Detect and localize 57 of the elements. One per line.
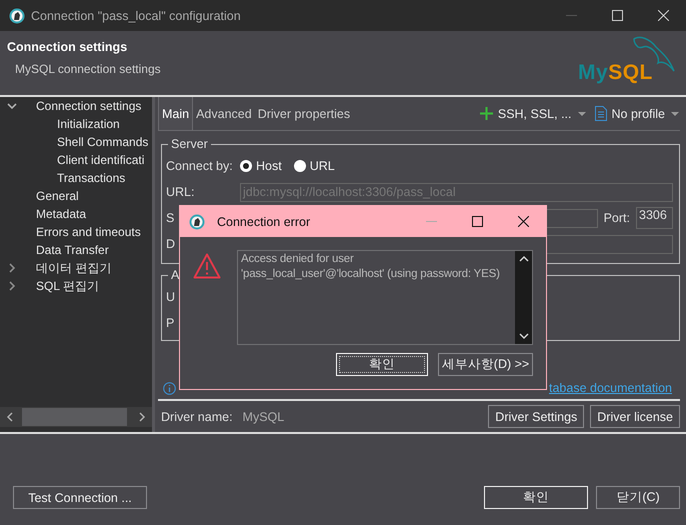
radio-icon[interactable] bbox=[240, 160, 252, 172]
test-connection-button[interactable]: Test Connection ... bbox=[13, 486, 147, 509]
group-title: A bbox=[170, 268, 180, 282]
field-label: U bbox=[166, 290, 176, 304]
dialog-title: Connection error bbox=[217, 214, 312, 228]
driver-button[interactable]: Driver license bbox=[590, 405, 680, 428]
tree-item[interactable]: Metadata bbox=[36, 207, 86, 221]
profile-button[interactable]: No profile bbox=[612, 106, 665, 120]
page-subtitle: MySQL connection settings bbox=[15, 62, 161, 76]
tab[interactable]: Driver properties bbox=[254, 97, 354, 130]
tree-item[interactable]: Data Transfer bbox=[36, 243, 109, 257]
radio-icon[interactable] bbox=[294, 160, 306, 172]
network-config-button[interactable]: SSH, SSL, ... bbox=[498, 106, 572, 120]
tree-item[interactable]: SQL 편집기 bbox=[36, 278, 99, 294]
tree-item[interactable]: 데이터 편집기 bbox=[36, 260, 112, 276]
close-icon[interactable] bbox=[518, 216, 528, 227]
dialog-button[interactable]: 확인 bbox=[484, 486, 588, 509]
scroll-down-icon[interactable] bbox=[518, 332, 528, 340]
field-label: S bbox=[166, 211, 174, 225]
error-message: Access denied for user 'pass_local_user'@'localhost' (using password: YES) bbox=[240, 252, 501, 282]
field-label: D bbox=[166, 237, 176, 251]
tree-item[interactable]: Initialization bbox=[57, 117, 120, 131]
radio-button[interactable]: URL bbox=[294, 159, 335, 173]
tree-item[interactable]: Errors and timeouts bbox=[36, 225, 141, 239]
dialog-button[interactable]: 닫기(C) bbox=[596, 486, 680, 509]
tree-item[interactable]: Connection settings bbox=[36, 99, 142, 113]
dialog-button[interactable]: 세부사항(D) >> bbox=[438, 353, 533, 376]
scroll-up-icon[interactable] bbox=[518, 255, 528, 263]
app-icon bbox=[9, 8, 25, 24]
scrollbar[interactable] bbox=[0, 407, 152, 427]
field-label: Connect by: bbox=[166, 159, 234, 173]
info-icon bbox=[163, 382, 176, 394]
tab[interactable]: Main bbox=[158, 97, 194, 130]
field-label: URL: bbox=[166, 185, 194, 199]
plus-icon[interactable] bbox=[480, 107, 493, 120]
port-field[interactable]: 3306 bbox=[636, 207, 673, 229]
driver-name: MySQL bbox=[242, 410, 284, 424]
tree-item[interactable]: Client identificati bbox=[57, 153, 144, 167]
dialog-button[interactable]: 확인 bbox=[336, 353, 428, 376]
field-label: P bbox=[166, 316, 174, 330]
tree-item[interactable]: General bbox=[36, 189, 79, 203]
scrollbar[interactable] bbox=[515, 251, 532, 344]
maximize-icon[interactable] bbox=[472, 216, 482, 227]
mysql-logo: MySQL bbox=[578, 61, 653, 85]
field-label: Driver name: bbox=[161, 410, 233, 424]
field-label: Port: bbox=[604, 211, 630, 225]
tree-item[interactable]: Transactions bbox=[57, 171, 126, 185]
warning-icon bbox=[193, 253, 221, 279]
document-icon[interactable] bbox=[594, 106, 606, 121]
tab[interactable]: Advanced bbox=[193, 97, 255, 130]
tree-item[interactable]: Shell Commands bbox=[57, 135, 148, 149]
driver-button[interactable]: Driver Settings bbox=[488, 405, 584, 428]
page-title: Connection settings bbox=[7, 40, 128, 54]
radio-button[interactable]: Host bbox=[240, 159, 282, 173]
group-title: Server bbox=[170, 137, 209, 151]
window-title: Connection "pass_local" configuration bbox=[31, 8, 242, 22]
app-icon bbox=[189, 214, 205, 230]
